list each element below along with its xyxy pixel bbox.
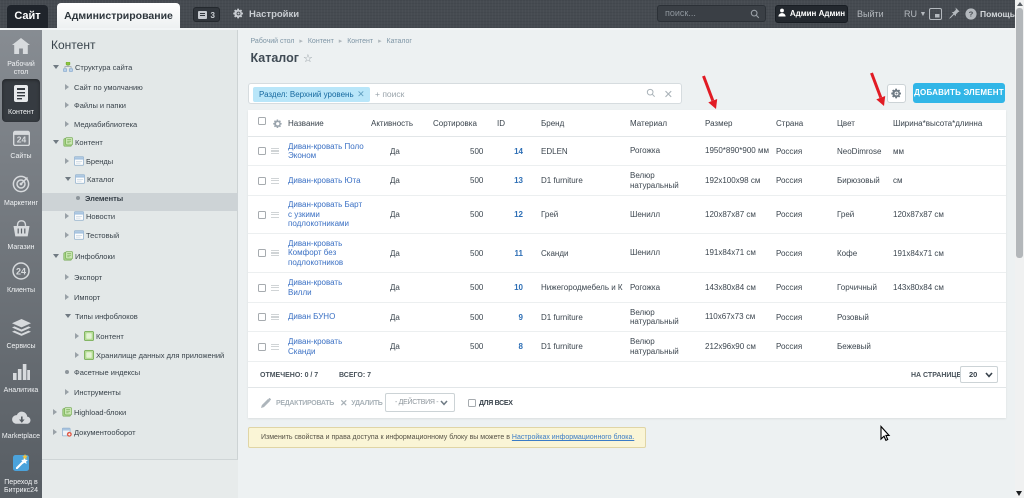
svg-text:24: 24 bbox=[16, 267, 26, 277]
svg-text:?: ? bbox=[969, 10, 974, 19]
svg-text:24: 24 bbox=[16, 135, 26, 145]
